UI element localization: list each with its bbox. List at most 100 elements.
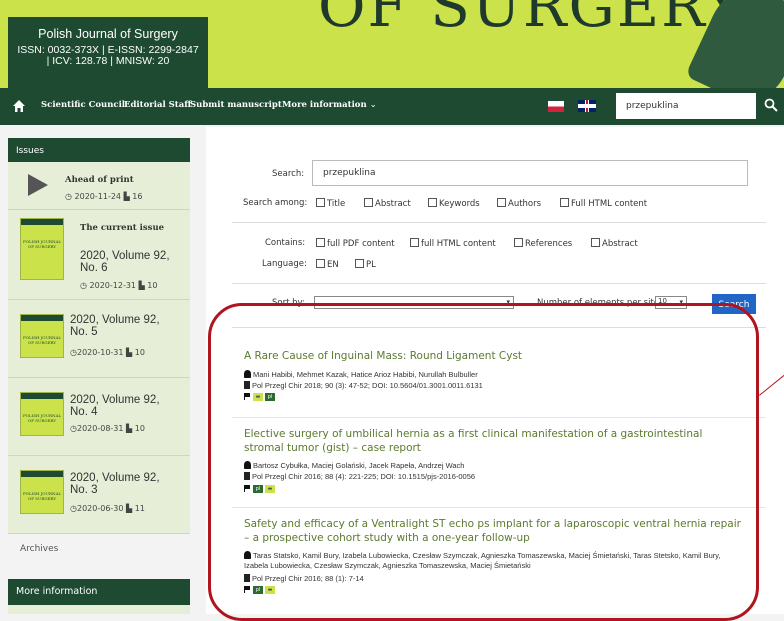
archives-link[interactable]: Archives [20,544,58,554]
document-icon [244,574,250,582]
document-icon: ▙ [126,348,133,357]
citation-text: Pol Przegl Chir 2016; 88 (1): 7-14 [252,574,364,583]
result-title[interactable]: Safety and efficacy of a Ventralight ST … [244,517,744,545]
en-badge[interactable]: ▬ [265,586,275,594]
clock-icon: ◷ [65,192,72,201]
nav-more-information[interactable]: More information ⌄ [282,100,377,110]
citation-text: Pol Przegl Chir 2018; 90 (3): 47-52; DOI… [252,381,483,390]
current-count: 10 [147,281,158,290]
clock-icon: ◷ [70,424,77,433]
clock-icon: ◷ [80,281,87,290]
nav-more-information-label: More information [282,100,367,110]
flag-icon [244,485,251,492]
checkbox-full-html[interactable]: Full HTML content [560,198,647,209]
pl-badge[interactable]: pl [253,586,263,594]
sidebar-item-ahead-of-print[interactable]: Ahead of print ◷ 2020-11-24 ▙ 16 [8,162,190,210]
journal-title-box[interactable]: Polish Journal of Surgery ISSN: 0032-373… [8,17,208,88]
citation-text: Pol Przegl Chir 2016; 88 (4): 221-225; D… [252,472,476,481]
checkbox-references[interactable]: References [514,238,572,249]
sidebar-item-issue[interactable]: POLISH JOURNAL OF SURGERY 2020, Volume 9… [8,300,190,378]
journal-name: Polish Journal of Surgery [38,27,178,41]
checkbox-authors[interactable]: Authors [497,198,541,209]
sort-by-label: Sort by: [272,298,305,308]
journal-issn: ISSN: 0032-373X | E-ISSN: 2299-2847 | IC… [8,45,208,67]
more-information-heading: More information [8,579,190,605]
issue-volume: 2020, Volume 92, No. 5 [70,314,160,338]
nav-scientific-council[interactable]: Scientific Council [41,100,125,110]
current-issue-label: The current issue [80,223,165,233]
search-button[interactable]: Search [712,294,756,314]
authors-text: Bartosz Cybułka, Maciej Golański, Jacek … [253,461,465,470]
per-site-select[interactable]: 10 ▾ [655,296,687,309]
search-icon[interactable] [764,98,778,112]
nav-editorial-staff[interactable]: Editorial Staff [124,100,191,110]
issue-date: 2020-08-31 [76,424,124,433]
current-date: 2020-12-31 [89,281,137,290]
result-citation: Pol Przegl Chir 2016; 88 (4): 221-225; D… [244,472,475,481]
issn-line-2: | ICV: 128.78 | MNISW: 20 [46,55,170,67]
result-divider [232,507,766,508]
pl-badge[interactable]: pl [253,485,263,493]
issue-cover-image: POLISH JOURNAL OF SURGERY [20,470,64,514]
polish-flag-icon[interactable] [548,101,564,112]
issue-volume: 2020, Volume 92, No. 3 [70,472,160,496]
contains-label: Contains: [265,238,306,248]
checkbox-keywords[interactable]: Keywords [428,198,480,209]
english-flag-icon[interactable] [578,100,596,112]
checkbox-full-html-content[interactable]: full HTML content [410,238,496,249]
flag-icon [244,586,251,593]
checkbox-abstract[interactable]: Abstract [364,198,411,209]
result-badges: ▬ pl [244,393,277,401]
divider [232,283,766,284]
chevron-down-icon: ▾ [506,298,510,306]
nav-submit-manuscript[interactable]: Submit manuscript [190,100,282,110]
checkbox-lang-en[interactable]: EN [316,259,339,270]
result-title[interactable]: A Rare Cause of Inguinal Mass: Round Lig… [244,349,744,363]
person-icon [244,461,251,469]
home-icon[interactable] [12,99,26,113]
result-citation: Pol Przegl Chir 2018; 90 (3): 47-52; DOI… [244,381,483,390]
ahead-date: 2020-11-24 [74,192,122,201]
issue-meta: ◷2020-08-31 ▙ 10 [70,424,145,433]
sidebar-item-current-issue[interactable]: POLISH JOURNAL OF SURGERY The current is… [8,210,190,300]
language-label: Language: [262,259,307,269]
clock-icon: ◷ [70,348,77,357]
checkbox-lang-pl[interactable]: PL [355,259,376,270]
ahead-count: 16 [132,192,143,201]
play-icon [28,174,48,196]
checkbox-full-pdf[interactable]: full PDF content [316,238,395,249]
more-information-panel [8,605,190,614]
document-icon: ▙ [138,281,145,290]
en-badge[interactable]: ▬ [265,485,275,493]
checkbox-abstract-content[interactable]: Abstract [591,238,638,249]
issue-meta: ◷2020-10-31 ▙ 10 [70,348,145,357]
chevron-down-icon: ⌄ [369,100,377,110]
document-icon: ▙ [126,504,133,513]
divider [232,327,766,328]
issue-date: 2020-06-30 [76,504,124,513]
cover-text: POLISH JOURNAL OF SURGERY [22,413,62,423]
issue-date: 2020-10-31 [76,348,124,357]
sort-by-select[interactable]: ▾ [314,296,514,309]
en-badge[interactable]: ▬ [253,393,263,401]
header-search-input[interactable] [616,93,756,119]
issue-count: 10 [134,348,145,357]
flag-icon [244,393,251,400]
pl-badge[interactable]: pl [265,393,275,401]
result-authors: Bartosz Cybułka, Maciej Golański, Jacek … [244,461,744,471]
per-site-value: 10 [658,297,667,305]
person-icon [244,551,251,559]
document-icon [244,381,250,389]
checkbox-title[interactable]: Title [316,198,345,209]
sidebar-item-issue[interactable]: POLISH JOURNAL OF SURGERY 2020, Volume 9… [8,378,190,456]
search-input[interactable] [312,160,748,186]
chevron-down-icon: ▾ [679,298,683,306]
search-among-label: Search among: [243,198,308,208]
clock-icon: ◷ [70,504,77,513]
issue-cover-image: POLISH JOURNAL OF SURGERY [20,392,64,436]
result-title[interactable]: Elective surgery of umbilical hernia as … [244,427,744,455]
issues-heading: Issues [8,138,190,162]
divider [232,222,766,223]
sidebar-item-issue[interactable]: POLISH JOURNAL OF SURGERY 2020, Volume 9… [8,456,190,534]
authors-text: Mani Habibi, Mehmet Kazak, Hatice Arioz … [253,370,478,379]
